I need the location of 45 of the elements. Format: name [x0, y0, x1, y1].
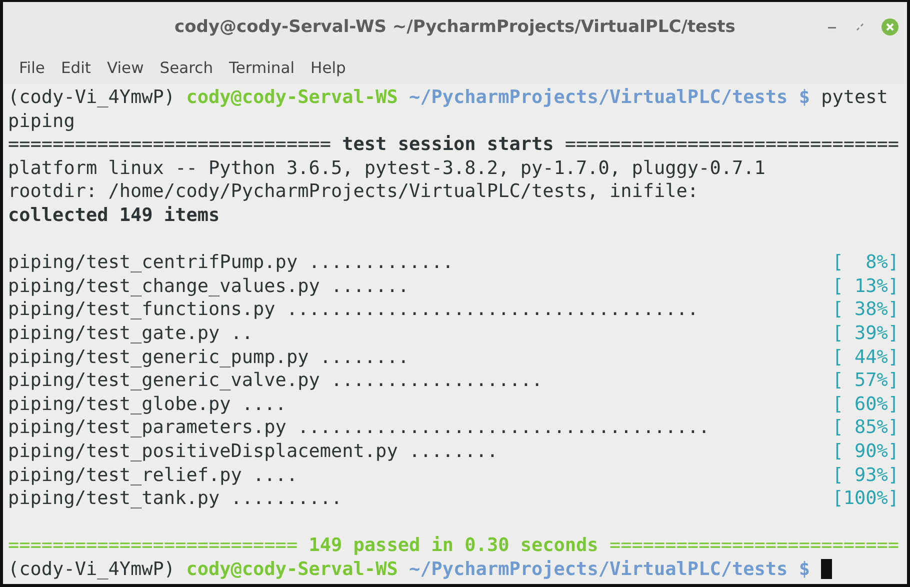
output-line: platform linux -- Python 3.6.5, pytest-3.8.2, py-1.7.0, pluggy-0.7.1 [8, 158, 766, 179]
test-file-result: piping/test_parameters.py ..................................... [8, 416, 710, 440]
test-file-result: piping/test_globe.py .... [8, 392, 286, 416]
progress-percent: [100%] [832, 487, 900, 511]
progress-percent: [ 90%] [832, 440, 900, 464]
test-file-result: piping/test_positiveDisplacement.py ........ [8, 440, 498, 464]
virtualenv-name: (cody-Vi_4YmwP) [8, 558, 176, 580]
progress-percent: [ 44%] [832, 346, 900, 370]
close-icon[interactable] [881, 18, 899, 36]
command-text: pytest [821, 87, 888, 108]
progress-percent: [ 8%] [832, 251, 900, 275]
test-file-result: piping/test_generic_pump.py ........ [8, 346, 409, 370]
progress-percent: [ 13%] [832, 274, 900, 298]
working-directory: ~/PycharmProjects/VirtualPLC/tests [408, 87, 788, 108]
window-title: cody@cody-Serval-WS ~/PycharmProjects/VirtualPLC/tests [174, 17, 736, 37]
test-file-result: piping/test_functions.py ..................................... [8, 298, 699, 322]
test-file-result: piping/test_gate.py .. [8, 322, 254, 346]
prompt-symbol: $ [798, 87, 810, 108]
user-host: cody@cody-Serval-WS [186, 558, 398, 580]
test-file-result: piping/test_tank.py .......... [8, 487, 342, 511]
progress-percent: [ 57%] [832, 369, 900, 393]
summary-line: ========================== 149 passed in 0.30 seconds ========================== [8, 535, 900, 556]
separator-line: ============================= test session starts ============================== [8, 134, 900, 156]
menu-item[interactable]: Terminal [221, 57, 303, 79]
test-file-result: piping/test_change_values.py ....... [8, 274, 409, 298]
progress-percent: [ 85%] [832, 416, 900, 440]
virtualenv-name: (cody-Vi_4YmwP) [8, 87, 176, 108]
progress-percent: [ 60%] [832, 392, 900, 416]
progress-percent: [ 38%] [832, 298, 900, 322]
menu-item[interactable]: File [11, 57, 53, 79]
prompt-symbol: $ [798, 558, 810, 580]
menu-item[interactable]: View [98, 57, 152, 79]
menu-item[interactable]: Edit [52, 57, 99, 79]
test-file-result: piping/test_centrifPump.py ............. [8, 251, 454, 275]
progress-percent: [ 93%] [832, 464, 900, 488]
output-line: piping [8, 110, 75, 132]
working-directory: ~/PycharmProjects/VirtualPLC/tests [408, 558, 788, 580]
test-file-result: piping/test_relief.py .... [8, 464, 298, 488]
menu-item[interactable]: Search [152, 57, 222, 79]
menu-item[interactable]: Help [302, 57, 354, 79]
user-host: cody@cody-Serval-WS [186, 87, 398, 108]
test-file-result: piping/test_generic_valve.py ................... [8, 369, 543, 393]
output-line: collected 149 items [8, 204, 220, 226]
output-line: rootdir: /home/cody/PycharmProjects/VirtualPLC/tests, inifile: [8, 181, 699, 202]
progress-percent: [ 39%] [832, 322, 900, 346]
